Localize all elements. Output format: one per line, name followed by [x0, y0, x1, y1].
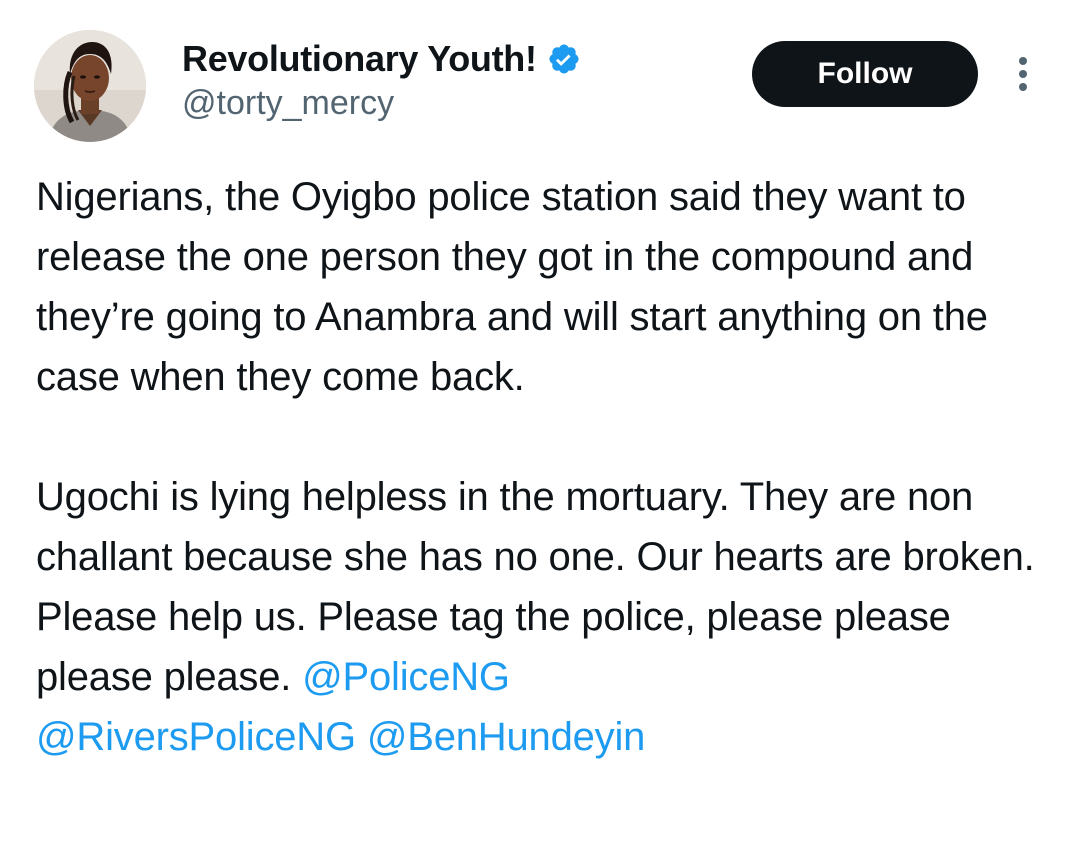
more-options-icon[interactable]: [1010, 54, 1036, 94]
follow-button[interactable]: Follow: [752, 41, 978, 107]
mention-link-benhundeyin[interactable]: @BenHundeyin: [367, 715, 646, 759]
author-name-row: Revolutionary Youth!: [182, 38, 581, 80]
avatar[interactable]: [34, 30, 146, 142]
tweet-paragraph-2-text: Ugochi is lying helpless in the mortuary…: [36, 475, 1035, 699]
author-handle[interactable]: @torty_mercy: [182, 84, 394, 123]
tweet-paragraph-2: Ugochi is lying helpless in the mortuary…: [36, 467, 1066, 767]
mention-link-policeng[interactable]: @PoliceNG: [302, 655, 510, 699]
tweet-card: Revolutionary Youth! @torty_mercy Follow…: [0, 0, 1080, 858]
avatar-image: [34, 30, 146, 142]
tweet-body: Nigerians, the Oyigbo police station sai…: [36, 167, 1066, 767]
mention-link-riverspoliceng[interactable]: @RiversPoliceNG: [36, 715, 356, 759]
verified-badge-icon: [547, 42, 581, 76]
display-name[interactable]: Revolutionary Youth!: [182, 38, 537, 80]
tweet-paragraph-1: Nigerians, the Oyigbo police station sai…: [36, 175, 988, 399]
